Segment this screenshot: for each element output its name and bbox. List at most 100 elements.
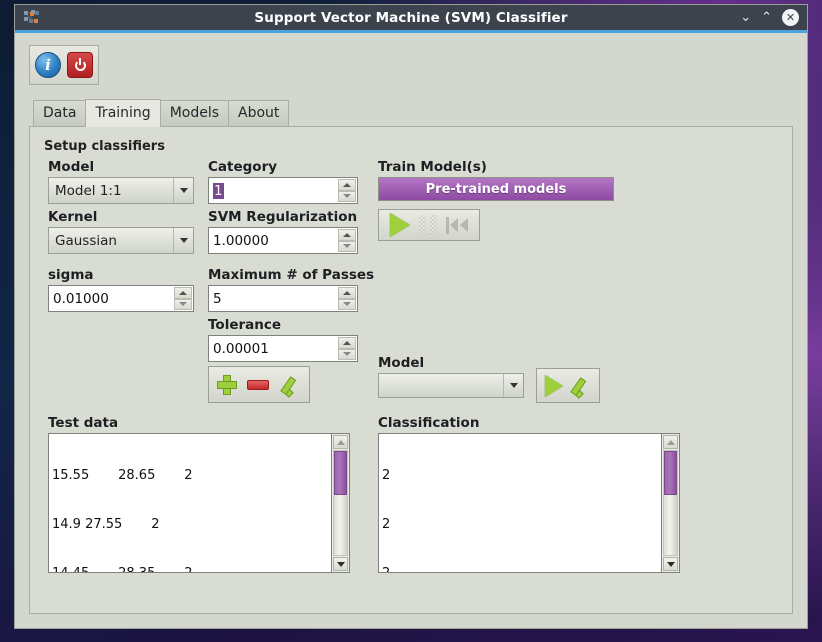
svm-regularization-field: SVM Regularization 1.00000 bbox=[208, 209, 358, 254]
apply-button-group bbox=[536, 368, 600, 403]
train-models-label: Train Model(s) bbox=[378, 159, 487, 175]
sigma-stepper[interactable] bbox=[174, 287, 192, 310]
category-input[interactable]: 1 bbox=[208, 177, 358, 204]
sigma-value: 0.01000 bbox=[53, 290, 109, 307]
category-value: 1 bbox=[213, 182, 224, 199]
plus-icon[interactable] bbox=[217, 374, 237, 395]
scroll-track[interactable] bbox=[333, 450, 348, 556]
max-passes-label: Maximum # of Passes bbox=[208, 267, 375, 283]
chevron-down-icon[interactable] bbox=[173, 178, 193, 203]
test-data-label: Test data bbox=[48, 415, 119, 431]
tolerance-value: 0.00001 bbox=[213, 340, 269, 357]
max-passes-stepper[interactable] bbox=[338, 287, 356, 310]
model-label: Model bbox=[48, 159, 95, 175]
scroll-thumb[interactable] bbox=[334, 451, 347, 495]
rewind-icon bbox=[445, 216, 469, 234]
toolbar: i bbox=[29, 45, 99, 85]
category-stepper[interactable] bbox=[338, 179, 356, 202]
model-field: Model Model 1:1 bbox=[48, 159, 194, 204]
tab-data[interactable]: Data bbox=[33, 100, 87, 126]
classification-section: Classification 2 2 2 2 2 2 2 2 bbox=[378, 415, 680, 573]
stepper-up-icon[interactable] bbox=[338, 229, 356, 241]
stepper-down-icon[interactable] bbox=[338, 190, 356, 202]
client-area: i Data Training Models About Setup class… bbox=[15, 33, 807, 628]
chevron-down-icon[interactable] bbox=[173, 228, 193, 253]
scroll-track[interactable] bbox=[663, 450, 678, 556]
kernel-label: Kernel bbox=[48, 209, 98, 225]
application-window: Support Vector Machine (SVM) Classifier … bbox=[14, 4, 808, 629]
classification-listbox[interactable]: 2 2 2 2 2 2 2 2 bbox=[378, 433, 661, 573]
svm-regularization-input[interactable]: 1.00000 bbox=[208, 227, 358, 254]
kernel-dropdown[interactable]: Gaussian bbox=[48, 227, 194, 254]
kernel-value: Gaussian bbox=[55, 232, 117, 249]
tolerance-label: Tolerance bbox=[208, 317, 282, 333]
stepper-up-icon[interactable] bbox=[338, 179, 356, 191]
scroll-thumb[interactable] bbox=[664, 451, 677, 495]
title-bar: Support Vector Machine (SVM) Classifier … bbox=[15, 5, 807, 33]
check-icon[interactable] bbox=[569, 376, 591, 396]
test-data-section: Test data 15.55 28.65 2 14.9 27.55 2 14.… bbox=[48, 415, 350, 573]
tolerance-field: Tolerance 0.00001 bbox=[208, 317, 358, 362]
chevron-down-icon[interactable] bbox=[503, 374, 523, 397]
stepper-up-icon[interactable] bbox=[174, 287, 192, 299]
max-passes-value: 5 bbox=[213, 290, 222, 307]
category-field: Category 1 bbox=[208, 159, 358, 204]
stepper-up-icon[interactable] bbox=[338, 337, 356, 349]
max-passes-input[interactable]: 5 bbox=[208, 285, 358, 312]
stepper-down-icon[interactable] bbox=[174, 298, 192, 310]
transport-button-group bbox=[378, 209, 480, 241]
train-models-section: Train Model(s) Pre-trained models bbox=[378, 159, 614, 241]
tolerance-input[interactable]: 0.00001 bbox=[208, 335, 358, 362]
sigma-field: sigma 0.01000 bbox=[48, 267, 194, 312]
tab-about[interactable]: About bbox=[228, 100, 290, 126]
info-icon[interactable]: i bbox=[35, 52, 61, 78]
sigma-label: sigma bbox=[48, 267, 94, 283]
stepper-up-icon[interactable] bbox=[338, 287, 356, 299]
list-item[interactable]: 15.55 28.65 2 bbox=[52, 468, 331, 484]
stepper-down-icon[interactable] bbox=[338, 348, 356, 360]
sigma-input[interactable]: 0.01000 bbox=[48, 285, 194, 312]
stepper-down-icon[interactable] bbox=[338, 298, 356, 310]
power-icon[interactable] bbox=[67, 52, 93, 78]
category-label: Category bbox=[208, 159, 278, 175]
kernel-field: Kernel Gaussian bbox=[48, 209, 194, 254]
model-apply-section: Model bbox=[378, 355, 600, 403]
play-icon[interactable] bbox=[389, 213, 410, 237]
minus-icon[interactable] bbox=[247, 379, 269, 390]
classification-listbox-wrapper: 2 2 2 2 2 2 2 2 bbox=[378, 433, 680, 573]
tab-training[interactable]: Training bbox=[85, 99, 161, 127]
classification-label: Classification bbox=[378, 415, 480, 431]
close-icon[interactable]: ✕ bbox=[782, 9, 799, 26]
minimize-icon[interactable]: ⌄ bbox=[740, 11, 751, 24]
check-icon[interactable] bbox=[279, 375, 301, 395]
list-item[interactable]: 2 bbox=[382, 468, 661, 484]
svm-regularization-value: 1.00000 bbox=[213, 232, 269, 249]
max-passes-field: Maximum # of Passes 5 bbox=[208, 267, 374, 312]
maximize-icon[interactable]: ⌃ bbox=[761, 11, 772, 24]
classification-scrollbar[interactable] bbox=[661, 433, 680, 573]
model-value: Model 1:1 bbox=[55, 182, 122, 199]
scroll-down-icon[interactable] bbox=[333, 557, 348, 571]
tab-strip: Data Training Models About bbox=[33, 99, 793, 127]
play-icon[interactable] bbox=[545, 374, 563, 397]
pretrained-models-button[interactable]: Pre-trained models bbox=[378, 177, 614, 201]
test-data-listbox[interactable]: 15.55 28.65 2 14.9 27.55 2 14.45 28.35 2… bbox=[48, 433, 331, 573]
list-item[interactable]: 14.45 28.35 2 bbox=[52, 566, 331, 572]
scroll-down-icon[interactable] bbox=[663, 557, 678, 571]
stepper-down-icon[interactable] bbox=[338, 240, 356, 252]
tab-models[interactable]: Models bbox=[159, 100, 230, 126]
list-item[interactable]: 2 bbox=[382, 566, 661, 572]
training-panel: Setup classifiers Model Model 1:1 Kernel… bbox=[29, 126, 793, 614]
svm-regularization-stepper[interactable] bbox=[338, 229, 356, 252]
tolerance-stepper[interactable] bbox=[338, 337, 356, 360]
scroll-up-icon[interactable] bbox=[663, 435, 678, 449]
list-item[interactable]: 2 bbox=[382, 517, 661, 533]
model-dropdown[interactable]: Model 1:1 bbox=[48, 177, 194, 204]
scroll-up-icon[interactable] bbox=[333, 435, 348, 449]
model-apply-dropdown[interactable] bbox=[378, 373, 524, 398]
list-item[interactable]: 14.9 27.55 2 bbox=[52, 517, 331, 533]
test-data-scrollbar[interactable] bbox=[331, 433, 350, 573]
test-data-listbox-wrapper: 15.55 28.65 2 14.9 27.55 2 14.45 28.35 2… bbox=[48, 433, 350, 573]
app-icon bbox=[21, 8, 43, 28]
window-controls: ⌄ ⌃ ✕ bbox=[740, 9, 799, 26]
